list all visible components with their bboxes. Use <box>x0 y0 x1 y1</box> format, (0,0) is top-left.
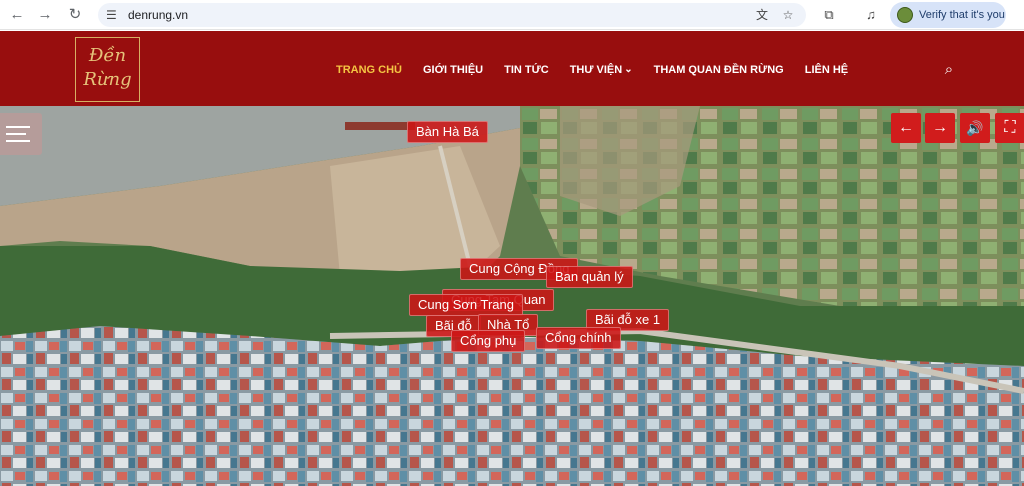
main-navigation: TRANG CHỦ GIỚI THIỆU TIN TỨC THƯ VIỆN ⌄ … <box>336 61 848 79</box>
nav-item-home[interactable]: TRANG CHỦ <box>336 61 402 79</box>
aerial-tour-viewer[interactable]: ← → 🔊 ⛶ Bàn Hà Bá Cung Cộng Đồng Ban quả… <box>0 106 1024 486</box>
avatar <box>897 7 913 23</box>
hotspot-ban-quan-ly[interactable]: Ban quản lý <box>546 266 633 288</box>
logo-line-1: Đền <box>88 45 127 66</box>
media-control-icon[interactable]: ♫ <box>860 4 882 26</box>
nav-item-contact[interactable]: LIÊN HỆ <box>805 61 848 79</box>
nav-item-tour[interactable]: THAM QUAN ĐỀN RỪNG <box>654 61 784 79</box>
hotspot-cung-son-trang[interactable]: Cung Sơn Trang <box>409 294 523 316</box>
verify-identity-button[interactable]: Verify that it's you <box>890 2 1006 28</box>
hotspot-ban-ha-ba[interactable]: Bàn Hà Bá <box>407 121 488 143</box>
search-icon[interactable]: ⌕ <box>940 61 958 79</box>
address-bar[interactable]: ☰ denrung.vn 文 ☆ <box>98 3 806 27</box>
reload-icon[interactable]: ↻ <box>64 4 86 26</box>
prev-scene-icon[interactable]: ← <box>891 113 921 143</box>
nav-item-about[interactable]: GIỚI THIỆU <box>423 61 483 79</box>
chevron-down-icon[interactable]: ⌄ <box>624 61 632 79</box>
site-logo[interactable]: Đền Rừng <box>75 37 140 102</box>
extensions-icon[interactable]: ⧉ <box>818 4 840 26</box>
nav-item-news[interactable]: TIN TỨC <box>504 61 549 79</box>
site-info-icon[interactable]: ☰ <box>106 8 120 22</box>
hotspot-cong-phu[interactable]: Cổng phụ <box>451 330 526 352</box>
hotspot-cong-chinh[interactable]: Cổng chính <box>536 327 621 349</box>
translate-icon[interactable]: 文 <box>753 7 771 23</box>
site-header: Đền Rừng TRANG CHỦ GIỚI THIỆU TIN TỨC TH… <box>0 31 1024 106</box>
sound-icon[interactable]: 🔊 <box>960 113 990 143</box>
next-scene-icon[interactable]: → <box>925 113 955 143</box>
forward-icon[interactable]: → <box>34 4 56 26</box>
fullscreen-icon[interactable]: ⛶ <box>995 113 1024 143</box>
bookmark-star-icon[interactable]: ☆ <box>779 7 797 23</box>
tour-menu-button[interactable] <box>0 113 42 155</box>
nav-item-library[interactable]: THƯ VIỆN <box>570 61 623 79</box>
url-text[interactable]: denrung.vn <box>128 7 188 23</box>
logo-line-2: Rừng <box>83 69 132 90</box>
back-icon[interactable]: ← <box>6 4 28 26</box>
browser-toolbar: ← → ↻ ☰ denrung.vn 文 ☆ ⧉ ♫ Verify that i… <box>0 0 1024 30</box>
verify-label: Verify that it's you <box>919 9 1005 21</box>
